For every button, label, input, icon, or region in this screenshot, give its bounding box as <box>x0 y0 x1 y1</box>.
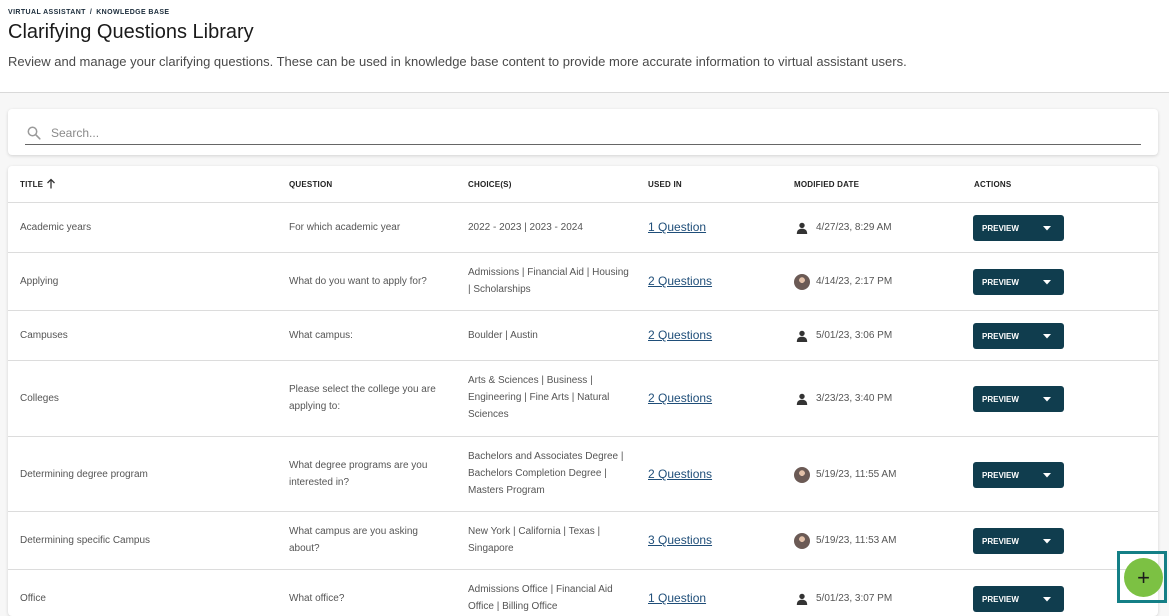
preview-button[interactable]: PREVIEW <box>973 586 1064 612</box>
column-header-actions: ACTIONS <box>974 180 1012 189</box>
row-title: Applying <box>20 276 59 287</box>
breadcrumb-item-virtual-assistant[interactable]: VIRTUAL ASSISTANT <box>8 9 86 16</box>
preview-button[interactable]: PREVIEW <box>973 215 1064 241</box>
used-in-link[interactable]: 1 Question <box>648 219 706 236</box>
search-input[interactable] <box>49 124 1053 141</box>
search-field[interactable] <box>25 121 1141 145</box>
modified-date-text: 4/14/23, 2:17 PM <box>816 276 893 287</box>
modified-date: 4/14/23, 2:17 PM <box>794 273 954 290</box>
breadcrumb-item-knowledge-base[interactable]: KNOWLEDGE BASE <box>96 9 169 16</box>
row-title: Campuses <box>20 330 68 341</box>
table-row: Determining degree program What degree p… <box>8 437 1158 512</box>
chevron-down-icon[interactable] <box>1038 538 1056 544</box>
preview-button[interactable]: PREVIEW <box>973 528 1064 554</box>
used-in-link[interactable]: 1 Question <box>648 590 706 607</box>
preview-button-label: PREVIEW <box>982 594 1019 604</box>
row-question: For which academic year <box>289 222 401 233</box>
used-in-link[interactable]: 3 Questions <box>648 532 712 549</box>
user-avatar <box>794 273 810 290</box>
plus-icon: + <box>1137 565 1150 590</box>
column-header-title[interactable]: TITLE <box>20 180 43 189</box>
used-in-link[interactable]: 2 Questions <box>648 390 712 407</box>
user-avatar <box>794 532 810 549</box>
preview-button[interactable]: PREVIEW <box>973 462 1064 488</box>
search-card <box>8 109 1158 155</box>
person-icon <box>794 328 810 344</box>
chevron-down-icon[interactable] <box>1038 472 1056 478</box>
preview-button[interactable]: PREVIEW <box>973 386 1064 412</box>
page-subtitle: Review and manage your clarifying questi… <box>8 54 907 69</box>
row-title: Office <box>20 593 46 604</box>
row-choices: Admissions Office | Financial Aid Office… <box>468 584 613 612</box>
preview-button[interactable]: PREVIEW <box>973 323 1064 349</box>
row-choices: Arts & Sciences | Business | Engineering… <box>468 375 610 420</box>
modified-date-text: 5/19/23, 11:55 AM <box>816 469 897 480</box>
modified-date-text: 5/01/23, 3:06 PM <box>816 330 893 341</box>
modified-date: 4/27/23, 8:29 AM <box>794 219 954 236</box>
row-choices: Bachelors and Associates Degree | Bachel… <box>468 451 624 496</box>
used-in-link[interactable]: 2 Questions <box>648 466 712 483</box>
row-title: Determining specific Campus <box>20 535 151 546</box>
modified-date-text: 3/23/23, 3:40 PM <box>816 393 893 404</box>
table-row: Colleges Please select the college you a… <box>8 361 1158 437</box>
row-question: What campus are you asking about? <box>289 526 418 554</box>
row-question: What office? <box>289 593 345 604</box>
table-row: Office What office? Admissions Office | … <box>8 570 1158 616</box>
modified-date: 5/01/23, 3:06 PM <box>794 327 954 344</box>
modified-date-text: 5/19/23, 11:53 AM <box>816 535 897 546</box>
modified-date-text: 5/01/23, 3:07 PM <box>816 593 893 604</box>
modified-date: 5/01/23, 3:07 PM <box>794 590 954 607</box>
used-in-link[interactable]: 2 Questions <box>648 273 712 290</box>
preview-button-label: PREVIEW <box>982 331 1019 341</box>
preview-button-label: PREVIEW <box>982 470 1019 480</box>
row-title: Determining degree program <box>20 469 148 480</box>
row-question: What degree programs are you interested … <box>289 460 428 488</box>
preview-button-label: PREVIEW <box>982 536 1019 546</box>
row-question: Please select the college you are applyi… <box>289 384 436 412</box>
questions-table: TITLE QUESTION CHOICE(S) USED IN MODIFIE… <box>8 166 1158 616</box>
person-icon <box>794 391 810 407</box>
chevron-down-icon[interactable] <box>1038 596 1056 602</box>
add-question-button[interactable]: + <box>1124 558 1163 597</box>
table-header: TITLE QUESTION CHOICE(S) USED IN MODIFIE… <box>8 166 1158 203</box>
row-title: Colleges <box>20 393 59 404</box>
preview-button-label: PREVIEW <box>982 394 1019 404</box>
breadcrumb: VIRTUAL ASSISTANT / KNOWLEDGE BASE <box>8 9 169 16</box>
used-in-link[interactable]: 2 Questions <box>648 327 712 344</box>
person-icon <box>794 591 810 607</box>
preview-button-label: PREVIEW <box>982 223 1019 233</box>
arrow-up-icon[interactable] <box>46 178 56 189</box>
search-icon <box>27 126 41 140</box>
column-header-question: QUESTION <box>289 180 333 189</box>
page-header: VIRTUAL ASSISTANT / KNOWLEDGE BASE Clarify… <box>0 0 1169 93</box>
modified-date-text: 4/27/23, 8:29 AM <box>816 222 892 233</box>
preview-button-label: PREVIEW <box>982 277 1019 287</box>
table-row: Determining specific Campus What campus … <box>8 512 1158 570</box>
row-question: What campus: <box>289 330 353 341</box>
modified-date: 5/19/23, 11:55 AM <box>794 466 954 483</box>
table-row: Campuses What campus: Boulder | Austin 2… <box>8 311 1158 361</box>
page-title: Clarifying Questions Library <box>8 21 254 43</box>
column-header-used-in: USED IN <box>648 180 682 189</box>
person-icon <box>794 220 810 236</box>
row-question: What do you want to apply for? <box>289 276 427 287</box>
chevron-down-icon[interactable] <box>1038 396 1056 402</box>
chevron-down-icon[interactable] <box>1038 225 1056 231</box>
modified-date: 3/23/23, 3:40 PM <box>794 390 954 407</box>
row-choices: Admissions | Financial Aid | Housing | S… <box>468 267 629 295</box>
column-header-choices: CHOICE(S) <box>468 180 512 189</box>
modified-date: 5/19/23, 11:53 AM <box>794 532 954 549</box>
chevron-down-icon[interactable] <box>1038 279 1056 285</box>
preview-button[interactable]: PREVIEW <box>973 269 1064 295</box>
row-choices: Boulder | Austin <box>468 330 538 341</box>
chevron-down-icon[interactable] <box>1038 333 1056 339</box>
row-title: Academic years <box>20 222 92 233</box>
table-row: Academic years For which academic year 2… <box>8 203 1158 253</box>
breadcrumb-separator: / <box>89 9 93 16</box>
row-choices: 2022 - 2023 | 2023 - 2024 <box>468 222 583 233</box>
user-avatar <box>794 466 810 483</box>
row-choices: New York | California | Texas | Singapor… <box>468 526 601 554</box>
table-row: Applying What do you want to apply for? … <box>8 253 1158 311</box>
column-header-modified-date: MODIFIED DATE <box>794 180 860 189</box>
